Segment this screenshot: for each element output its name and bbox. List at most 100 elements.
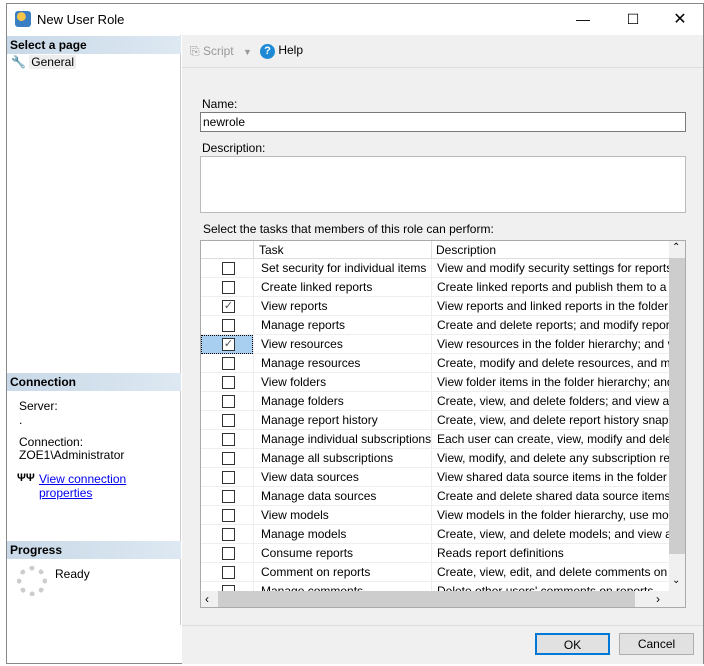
help-label: Help (278, 43, 304, 57)
task-cell: View folders (253, 373, 431, 392)
view-connection-properties-link[interactable]: View connection properties (39, 472, 180, 500)
table-row[interactable]: View data sources View shared data sourc… (201, 468, 669, 487)
table-row[interactable]: ✓ View resources View resources in the f… (201, 335, 669, 354)
maximize-icon[interactable]: ☐ (610, 4, 656, 35)
task-checkbox[interactable] (222, 509, 235, 522)
checkbox-cell[interactable] (201, 354, 253, 373)
task-checkbox[interactable] (222, 414, 235, 427)
horizontal-scrollbar[interactable]: ‹ › (201, 591, 685, 607)
task-checkbox[interactable]: ✓ (222, 300, 235, 313)
checkbox-cell[interactable] (201, 278, 253, 297)
scroll-up-icon[interactable]: ⌃ (672, 242, 680, 253)
plug-icon: ΨΨ (17, 472, 35, 484)
checkbox-cell[interactable] (201, 411, 253, 430)
script-label: Script (202, 44, 234, 58)
checkbox-cell[interactable] (201, 468, 253, 487)
task-checkbox[interactable] (222, 547, 235, 560)
name-input[interactable] (200, 112, 686, 132)
task-cell: Manage all subscriptions (253, 449, 431, 468)
progress-status: Ready (55, 567, 90, 581)
table-row[interactable]: ✓ View reports View reports and linked r… (201, 297, 669, 316)
checkbox-cell[interactable] (201, 563, 253, 582)
description-cell: View and modify security settings for re… (431, 259, 669, 278)
scroll-right-icon[interactable]: › (656, 592, 660, 606)
task-checkbox[interactable] (222, 395, 235, 408)
select-page-header: Select a page (7, 36, 181, 54)
task-checkbox[interactable] (222, 357, 235, 370)
horizontal-scroll-thumb[interactable] (218, 591, 635, 607)
task-cell: Comment on reports (253, 563, 431, 582)
table-row[interactable]: Manage data sources Create and delete sh… (201, 487, 669, 506)
task-checkbox[interactable] (222, 528, 235, 541)
table-row[interactable]: Create linked reports Create linked repo… (201, 278, 669, 297)
scroll-left-icon[interactable]: ‹ (205, 592, 209, 606)
checkbox-cell[interactable] (201, 430, 253, 449)
close-icon[interactable]: ✕ (657, 4, 703, 35)
task-checkbox[interactable] (222, 376, 235, 389)
checkbox-cell[interactable] (201, 373, 253, 392)
table-row[interactable]: View folders View folder items in the fo… (201, 373, 669, 392)
description-cell: View models in the folder hierarchy, use… (431, 506, 669, 525)
table-row[interactable]: Manage all subscriptions View, modify, a… (201, 449, 669, 468)
script-button[interactable]: ⎘ Script ▼ (190, 44, 252, 59)
checkbox-cell[interactable] (201, 544, 253, 563)
task-checkbox[interactable] (222, 262, 235, 275)
wrench-icon: 🔧 (11, 55, 26, 69)
cancel-button[interactable]: Cancel (619, 633, 694, 655)
description-cell: Create and delete shared data source ite… (431, 487, 669, 506)
task-checkbox[interactable] (222, 319, 235, 332)
table-row[interactable]: Manage individual subscriptions Each use… (201, 430, 669, 449)
window-title: New User Role (37, 12, 125, 27)
column-header-task[interactable]: Task (253, 241, 431, 260)
vertical-scroll-thumb[interactable] (669, 258, 685, 554)
table-row[interactable]: Manage folders Create, view, and delete … (201, 392, 669, 411)
task-checkbox[interactable] (222, 490, 235, 503)
task-checkbox[interactable] (222, 471, 235, 484)
checkbox-cell[interactable]: ✓ (201, 297, 253, 316)
column-header-description[interactable]: Description (431, 241, 669, 260)
task-checkbox[interactable] (222, 566, 235, 579)
table-row[interactable]: Comment on reports Create, view, edit, a… (201, 563, 669, 582)
scroll-down-icon[interactable]: ⌄ (672, 575, 680, 586)
description-cell: View folder items in the folder hierarch… (431, 373, 669, 392)
description-cell: Create, view, and delete models; and vie… (431, 525, 669, 544)
description-cell: Create, view, and delete folders; and vi… (431, 392, 669, 411)
table-row[interactable]: Manage resources Create, modify and dele… (201, 354, 669, 373)
help-button[interactable]: ? Help (260, 43, 303, 59)
vertical-scrollbar[interactable]: ⌃ ⌄ (669, 241, 685, 591)
help-icon: ? (260, 44, 275, 59)
task-checkbox[interactable]: ✓ (222, 338, 235, 351)
description-label: Description: (202, 141, 266, 155)
task-cell: Manage reports (253, 316, 431, 335)
table-row[interactable]: Consume reports Reads report definitions (201, 544, 669, 563)
table-row[interactable]: Manage reports Create and delete reports… (201, 316, 669, 335)
table-row[interactable]: Manage report history Create, view, and … (201, 411, 669, 430)
table-row[interactable]: Set security for individual items View a… (201, 259, 669, 278)
task-checkbox[interactable] (222, 281, 235, 294)
task-checkbox[interactable] (222, 433, 235, 446)
checkbox-cell[interactable] (201, 392, 253, 411)
checkbox-cell[interactable] (201, 449, 253, 468)
checkbox-cell[interactable] (201, 259, 253, 278)
table-row[interactable]: View models View models in the folder hi… (201, 506, 669, 525)
main-panel: ⎘ Script ▼ ? Help Name: Description: Sel… (182, 35, 703, 625)
progress-header: Progress (7, 541, 181, 559)
checkbox-cell[interactable] (201, 487, 253, 506)
checkbox-cell[interactable] (201, 525, 253, 544)
task-cell: Manage folders (253, 392, 431, 411)
chevron-down-icon[interactable]: ▼ (243, 47, 252, 57)
checkbox-cell[interactable] (201, 316, 253, 335)
checkbox-cell[interactable] (201, 506, 253, 525)
description-cell: Create and delete reports; and modify re… (431, 316, 669, 335)
page-item-general[interactable]: 🔧 General (11, 55, 91, 71)
description-input[interactable] (200, 156, 686, 213)
minimize-icon[interactable]: — (560, 4, 606, 35)
task-checkbox[interactable] (222, 452, 235, 465)
connection-value: ZOE1\Administrator (19, 448, 125, 462)
name-label: Name: (202, 97, 238, 111)
table-row[interactable]: Manage models Create, view, and delete m… (201, 525, 669, 544)
task-cell: Manage data sources (253, 487, 431, 506)
ok-button[interactable]: OK (535, 633, 610, 655)
task-cell: Set security for individual items (253, 259, 431, 278)
checkbox-cell[interactable]: ✓ (201, 335, 253, 354)
